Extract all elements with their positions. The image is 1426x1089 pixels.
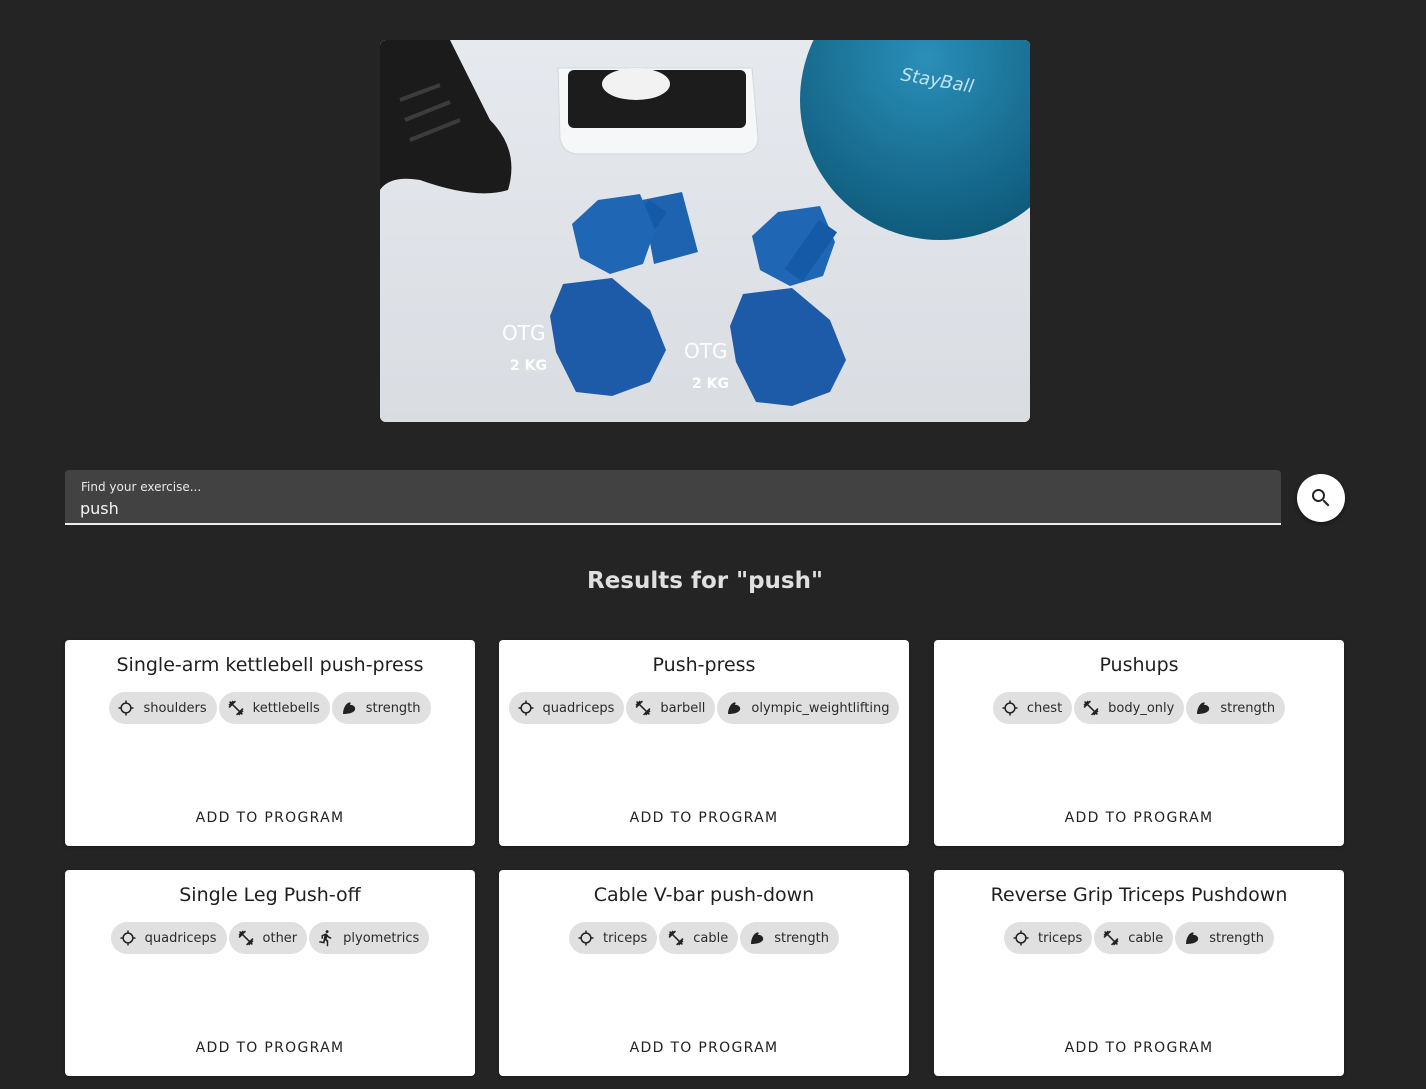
running-icon (317, 929, 343, 947)
chip-group: shoulders kettlebells strength (65, 692, 475, 724)
chip-label: quadriceps (542, 700, 615, 716)
svg-text:2 KG: 2 KG (692, 376, 729, 392)
exercise-card: Push-press quadriceps barbell olympic_weigh… (499, 640, 909, 846)
chip-group: quadriceps barbell olympic_weightlifting (499, 692, 909, 724)
tag-chip[interactable]: body_only (1074, 692, 1185, 724)
chip-label: chest (1026, 700, 1063, 716)
exercise-title: Cable V-bar push-down (593, 884, 815, 906)
tag-chip[interactable]: strength (1175, 922, 1274, 954)
add-to-program-button[interactable]: ADD TO PROGRAM (65, 1040, 475, 1056)
results-heading: Results for "push" (587, 568, 823, 594)
dumbbell-icon (227, 699, 253, 717)
flexed-arm-icon (340, 699, 366, 717)
chip-label: quadriceps (144, 930, 217, 946)
tag-chip[interactable]: quadriceps (110, 922, 227, 954)
svg-text:2 KG: 2 KG (510, 358, 547, 374)
target-icon (517, 699, 543, 717)
chip-label: plyometrics (343, 930, 420, 946)
tag-chip[interactable]: cable (659, 922, 739, 954)
exercise-title: Single-arm kettlebell push-press (116, 654, 424, 676)
search-label: Find your exercise... (81, 480, 202, 494)
add-to-program-button[interactable]: ADD TO PROGRAM (499, 810, 909, 826)
chip-label: shoulders (143, 700, 207, 716)
chip-label: strength (774, 930, 829, 946)
chip-label: olympic_weightlifting (751, 700, 890, 716)
flexed-arm-icon (725, 699, 751, 717)
add-to-program-button[interactable]: ADD TO PROGRAM (65, 810, 475, 826)
chip-label: cable (1128, 930, 1164, 946)
hero-image: StayBall 2 KG OTG 2 KG OTG (380, 40, 1030, 422)
exercise-card: Single-arm kettlebell push-press shoulder… (65, 640, 475, 846)
tag-chip[interactable]: other (228, 922, 308, 954)
chip-group: quadriceps other plyometrics (65, 922, 475, 954)
chip-label: cable (693, 930, 729, 946)
dumbbell-icon (1082, 699, 1108, 717)
tag-chip[interactable]: strength (331, 692, 431, 724)
chip-group: triceps cable strength (934, 922, 1344, 954)
tag-chip[interactable]: triceps (569, 922, 658, 954)
chip-label: strength (365, 700, 421, 716)
add-to-program-button[interactable]: ADD TO PROGRAM (499, 1040, 909, 1056)
tag-chip[interactable]: triceps (1004, 922, 1093, 954)
tag-chip[interactable]: barbell (626, 692, 716, 724)
search-field[interactable]: Find your exercise... (65, 470, 1281, 525)
search-icon (1312, 489, 1330, 507)
target-icon (119, 929, 145, 947)
exercise-card: Single Leg Push-off quadriceps other plyome… (65, 870, 475, 1076)
target-icon (577, 929, 603, 947)
exercise-title: Push-press (652, 654, 756, 676)
exercise-card: Pushups chest body_only strength ADD TO PROG… (934, 640, 1344, 846)
chip-label: strength (1220, 700, 1276, 716)
chip-label: kettlebells (252, 700, 320, 716)
tag-chip[interactable]: quadriceps (508, 692, 625, 724)
tag-chip[interactable]: plyometrics (309, 922, 430, 954)
flexed-arm-icon (748, 929, 774, 947)
exercise-title: Reverse Grip Triceps Pushdown (990, 884, 1288, 906)
exercise-title: Single Leg Push-off (179, 884, 361, 906)
dumbbell-icon (1102, 929, 1128, 947)
exercise-card: Cable V-bar push-down triceps cable strengt… (499, 870, 909, 1076)
target-icon (1001, 699, 1027, 717)
chip-label: strength (1209, 930, 1264, 946)
exercise-card: Reverse Grip Triceps Pushdown triceps cabl… (934, 870, 1344, 1076)
target-icon (117, 699, 143, 717)
svg-text:OTG: OTG (684, 339, 727, 363)
flexed-arm-icon (1194, 699, 1220, 717)
exercise-title: Pushups (1099, 654, 1179, 676)
dumbbell-icon (667, 929, 693, 947)
chip-group: triceps cable strength (499, 922, 909, 954)
flexed-arm-icon (1183, 929, 1209, 947)
chip-label: triceps (1038, 930, 1083, 946)
chip-label: body_only (1108, 700, 1175, 716)
tag-chip[interactable]: chest (992, 692, 1073, 724)
target-icon (1012, 929, 1038, 947)
tag-chip[interactable]: kettlebells (218, 692, 330, 724)
tag-chip[interactable]: shoulders (109, 692, 217, 724)
scale-icon (557, 67, 759, 155)
tag-chip[interactable]: strength (1186, 692, 1286, 724)
dumbbell-icon (237, 929, 263, 947)
tag-chip[interactable]: strength (740, 922, 839, 954)
add-to-program-button[interactable]: ADD TO PROGRAM (934, 1040, 1344, 1056)
dumbbell-icon (634, 699, 660, 717)
search-button[interactable] (1297, 474, 1345, 522)
tag-chip[interactable]: cable (1094, 922, 1174, 954)
search-input[interactable] (80, 497, 1260, 519)
chip-group: chest body_only strength (934, 692, 1344, 724)
chip-label: barbell (660, 700, 706, 716)
svg-text:OTG: OTG (502, 321, 545, 345)
chip-label: other (262, 930, 298, 946)
add-to-program-button[interactable]: ADD TO PROGRAM (934, 810, 1344, 826)
chip-label: triceps (603, 930, 648, 946)
tag-chip[interactable]: olympic_weightlifting (717, 692, 900, 724)
